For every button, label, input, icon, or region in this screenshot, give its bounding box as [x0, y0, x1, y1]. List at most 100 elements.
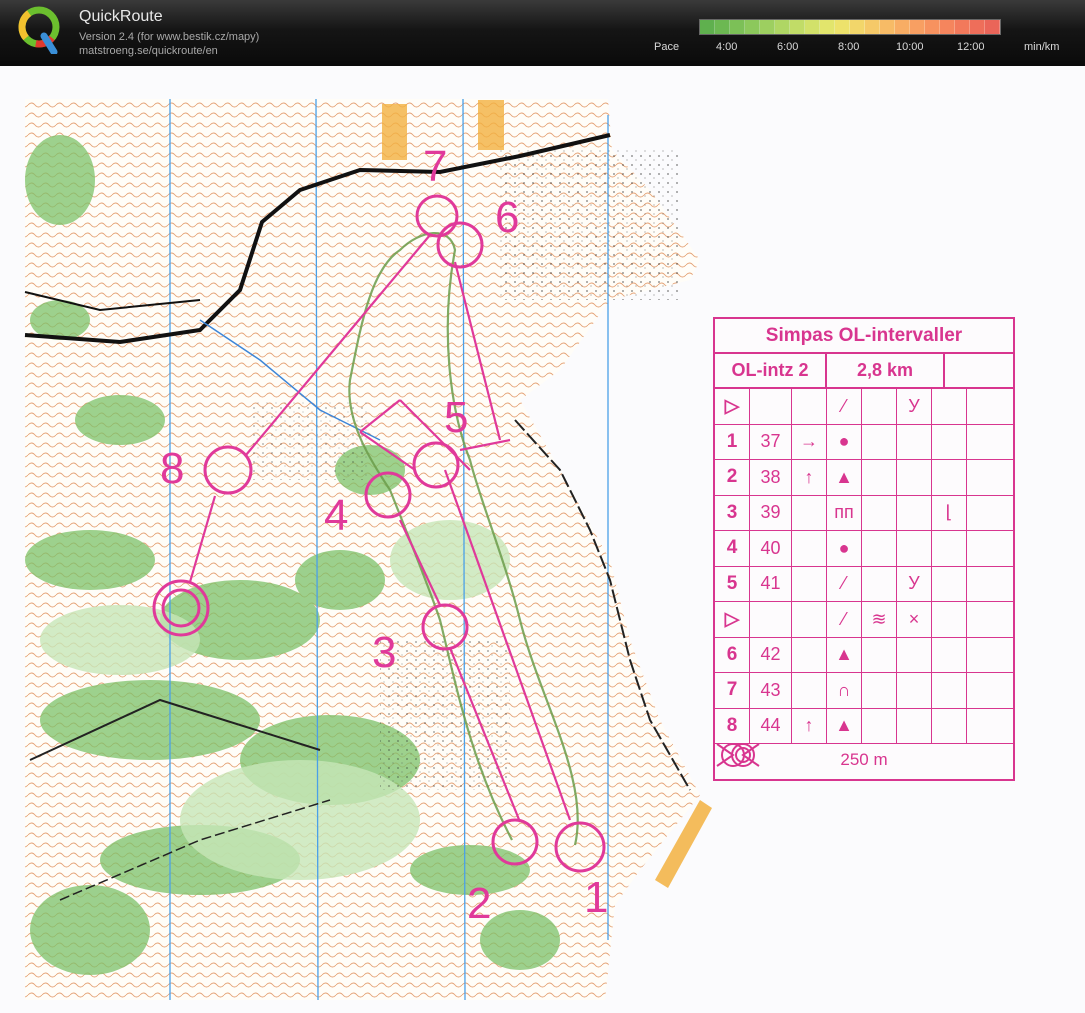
description-cell-code: 42	[750, 637, 792, 673]
description-cell-d: ▲	[827, 708, 862, 744]
description-cell-code: 37	[750, 424, 792, 460]
control-description-grid: ▷ ⁄ У 1 37 → ● 2 38 ↑ ▲ 3 39 ᴨᴨ ⌊ 4 40 ● 5 41 ⁄ У ▷ ⁄ ≋ × 6 42 ▲ 7 43 ∩…	[715, 389, 1013, 744]
description-cell-d: ᴨᴨ	[827, 495, 862, 531]
pace-color-cell	[745, 20, 760, 34]
description-cell-c: →	[792, 424, 827, 460]
control-label-6: 6	[495, 193, 519, 242]
website-text: matstroeng.se/quickroute/en	[79, 45, 218, 57]
pace-tick: 12:00	[957, 41, 985, 53]
route-distance: 250 m	[840, 750, 888, 769]
description-cell-e	[862, 460, 897, 496]
description-cell-f: ×	[897, 602, 932, 638]
open-land	[478, 100, 504, 150]
description-cell-e: ≋	[862, 602, 897, 638]
finish-marker-icon	[716, 743, 755, 767]
description-cell-f	[897, 673, 932, 709]
description-cell-c	[792, 602, 827, 638]
pace-tick: 8:00	[838, 41, 860, 53]
description-cell-code: 40	[750, 531, 792, 567]
control-description-sheet: Simpas OL-intervaller OL-intz 2 2,8 km ▷…	[713, 317, 1015, 781]
course-info: OL-intz 2 2,8 km	[715, 354, 1013, 389]
description-cell-d: ●	[827, 424, 862, 460]
description-cell-e	[862, 673, 897, 709]
description-cell-num: 2	[715, 460, 750, 496]
description-cell-d: ⁄	[827, 602, 862, 638]
course-length: 2,8 km	[827, 354, 945, 387]
pace-color-cell	[835, 20, 850, 34]
pace-color-cell	[760, 20, 775, 34]
description-cell-c	[792, 673, 827, 709]
pace-color-cell	[850, 20, 865, 34]
course-climb	[945, 354, 1013, 387]
course-name: OL-intz 2	[715, 354, 827, 387]
description-cell-g	[932, 460, 967, 496]
route-to-finish: 250 m	[715, 741, 1013, 779]
version-text: Version 2.4 (for www.bestik.cz/mapy)	[79, 31, 260, 43]
description-cell-code: 44	[750, 708, 792, 744]
description-cell-num: 3	[715, 495, 750, 531]
description-cell-c: ↑	[792, 708, 827, 744]
app-title: QuickRoute	[79, 8, 163, 25]
description-cell-f	[897, 424, 932, 460]
control-label-2: 2	[467, 879, 491, 928]
description-cell-g	[932, 424, 967, 460]
description-cell-h	[967, 389, 1013, 425]
pace-unit: min/km	[1024, 41, 1060, 53]
description-cell-c: ↑	[792, 460, 827, 496]
control-label-1: 1	[584, 873, 608, 922]
description-cell-e	[862, 708, 897, 744]
description-cell-code: 43	[750, 673, 792, 709]
pace-tick: 10:00	[896, 41, 924, 53]
description-cell-code: 38	[750, 460, 792, 496]
control-label-7: 7	[423, 142, 447, 191]
pace-color-cell	[715, 20, 730, 34]
description-cell-d: ●	[827, 531, 862, 567]
description-cell-h	[967, 709, 1013, 744]
pace-tick: 4:00	[716, 41, 738, 53]
pace-color-cell	[940, 20, 955, 34]
description-cell-g	[932, 566, 967, 602]
pace-tick: 6:00	[777, 41, 799, 53]
description-cell-num: 5	[715, 566, 750, 602]
description-cell-g	[932, 389, 967, 425]
description-cell-f	[897, 708, 932, 744]
control-label-3: 3	[372, 628, 396, 677]
description-cell-f: У	[897, 389, 932, 425]
pace-color-cell	[730, 20, 745, 34]
description-cell-c	[792, 389, 827, 425]
description-cell-e	[862, 637, 897, 673]
description-cell-g	[932, 602, 967, 638]
description-cell-num: ▷	[715, 602, 750, 638]
pace-color-cell	[700, 20, 715, 34]
open-land	[382, 104, 407, 160]
description-cell-g: ⌊	[932, 495, 967, 531]
event-title: Simpas OL-intervaller	[715, 319, 1013, 354]
pace-color-cell	[910, 20, 925, 34]
description-cell-g	[932, 531, 967, 567]
pace-color-cell	[925, 20, 940, 34]
description-cell-h	[967, 673, 1013, 709]
description-cell-h	[967, 602, 1013, 638]
app-version: Version 2.4 (for www.bestik.cz/mapy) mat…	[79, 30, 259, 58]
description-cell-d: ▲	[827, 460, 862, 496]
description-cell-f	[897, 460, 932, 496]
description-cell-d: ⁄	[827, 389, 862, 425]
description-cell-d: ▲	[827, 637, 862, 673]
description-cell-num: 7	[715, 673, 750, 709]
orienteering-map[interactable]: 1 2 3 4 5 6 7 8 Simpas OL-intervaller OL…	[0, 66, 1085, 1013]
pace-color-cell	[895, 20, 910, 34]
description-cell-c	[792, 495, 827, 531]
description-cell-code: 41	[750, 566, 792, 602]
description-cell-e	[862, 495, 897, 531]
pace-color-cell	[955, 20, 970, 34]
description-cell-d: ⁄	[827, 566, 862, 602]
description-cell-e	[862, 566, 897, 602]
description-cell-f	[897, 637, 932, 673]
description-cell-code	[750, 389, 792, 425]
description-cell-h	[967, 425, 1013, 460]
description-cell-d: ∩	[827, 673, 862, 709]
description-cell-f	[897, 495, 932, 531]
pace-color-cell	[775, 20, 790, 34]
description-cell-h	[967, 460, 1013, 496]
description-cell-h	[967, 638, 1013, 673]
